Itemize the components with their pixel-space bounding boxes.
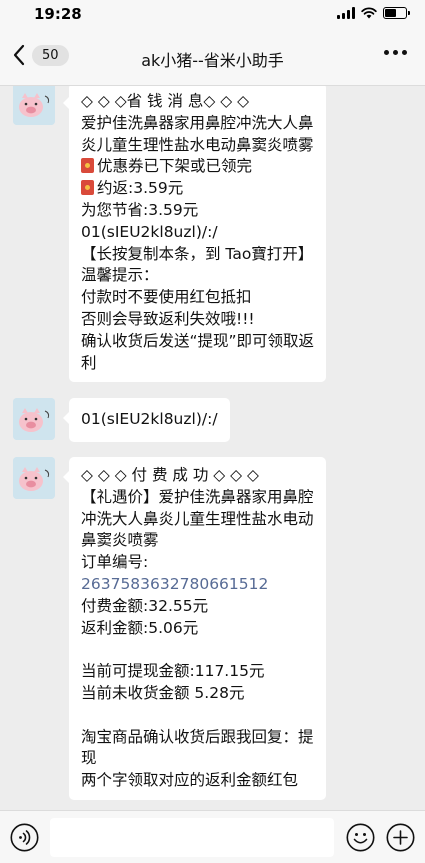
message-line: 确认收货后发送“提现”即可领取返	[81, 331, 315, 350]
chat-header: 50 ak小猪--省米小助手	[0, 30, 425, 86]
pig-avatar-icon[interactable]	[13, 398, 55, 440]
message-line: 【长按复制本条，到 Tao寶打开】	[81, 244, 314, 263]
red-packet-icon	[81, 158, 94, 174]
message-line: 01(sIEU2kl8uzl)/:/	[81, 222, 218, 241]
message-line-coupon: 优惠券已下架或已领完	[81, 156, 314, 178]
message-bubble[interactable]: ◇ ◇ ◇ 付 费 成 功 ◇ ◇ ◇ 【礼遇价】爱护佳洗鼻器家用鼻腔 冲洗大人…	[63, 457, 326, 800]
message-line: 订单编号:	[81, 553, 149, 572]
message-line: 冲洗大人鼻炎儿童生理性盐水电动	[81, 509, 314, 528]
back-button[interactable]: 50	[12, 44, 69, 66]
chevron-left-icon	[13, 44, 25, 66]
message-line: ◇ ◇ ◇省 钱 消 息◇ ◇ ◇	[81, 92, 250, 110]
voice-icon[interactable]	[10, 823, 39, 852]
status-icons	[337, 7, 410, 19]
message-line: 利	[81, 353, 97, 372]
message-line: 鼻窦炎喷雾	[81, 531, 159, 550]
message-line: 温馨提示：	[81, 266, 159, 285]
message-line: 现	[81, 749, 97, 768]
message-line: 爱护佳洗鼻器家用鼻腔冲洗大人鼻	[81, 113, 314, 132]
message-bubble[interactable]: 01(sIEU2kl8uzl)/:/	[63, 398, 230, 442]
message-line: 淘宝商品确认收货后跟我回复：提	[81, 727, 314, 746]
chat-message: ◇ ◇ ◇ 付 费 成 功 ◇ ◇ ◇ 【礼遇价】爱护佳洗鼻器家用鼻腔 冲洗大人…	[13, 457, 326, 800]
message-line: 返利金额:5.06元	[81, 618, 199, 637]
message-line: 两个字领取对应的返利金额红包	[81, 771, 299, 790]
battery-icon	[383, 7, 410, 19]
message-line: 付款时不要使用红包抵扣	[81, 288, 252, 307]
message-input[interactable]	[50, 818, 334, 857]
more-dots-icon	[384, 50, 389, 55]
cellular-signal-icon	[337, 7, 355, 19]
message-line: 当前可提现金额:117.15元	[81, 662, 265, 681]
wifi-icon	[361, 7, 377, 19]
pig-avatar-icon[interactable]	[13, 457, 55, 499]
message-line: 01(sIEU2kl8uzl)/:/	[81, 410, 218, 428]
message-line: 付费金额:32.55元	[81, 596, 209, 615]
order-number-link[interactable]: 2637583632780661512	[81, 574, 314, 596]
battery-level	[385, 9, 396, 17]
status-time: 19:28	[34, 5, 82, 23]
red-packet-icon	[81, 180, 94, 196]
emoji-icon[interactable]	[346, 823, 375, 852]
chat-message-list[interactable]: ◇ ◇ ◇省 钱 消 息◇ ◇ ◇ 爱护佳洗鼻器家用鼻腔冲洗大人鼻 炎儿童生理性…	[0, 86, 425, 810]
more-options-button[interactable]	[384, 50, 407, 55]
plus-icon[interactable]	[386, 823, 415, 852]
message-line: 【礼遇价】爱护佳洗鼻器家用鼻腔	[81, 487, 314, 506]
pig-avatar-icon[interactable]	[13, 86, 55, 125]
status-bar: 19:28	[0, 0, 425, 30]
message-line: 炎儿童生理性盐水电动鼻窦炎喷雾	[81, 135, 314, 154]
message-line: ◇ ◇ ◇ 付 费 成 功 ◇ ◇ ◇	[81, 466, 259, 484]
chat-input-bar	[0, 810, 425, 863]
unread-count-badge: 50	[32, 44, 69, 66]
message-line: 当前未收货金额 5.28元	[81, 683, 245, 702]
chat-message: ◇ ◇ ◇省 钱 消 息◇ ◇ ◇ 爱护佳洗鼻器家用鼻腔冲洗大人鼻 炎儿童生理性…	[13, 86, 327, 383]
message-bubble[interactable]: ◇ ◇ ◇省 钱 消 息◇ ◇ ◇ 爱护佳洗鼻器家用鼻腔冲洗大人鼻 炎儿童生理性…	[62, 86, 327, 383]
chat-message: 01(sIEU2kl8uzl)/:/	[13, 398, 230, 442]
message-line-rebate: 约返:3.59元	[81, 178, 314, 200]
message-line: 为您节省:3.59元	[81, 200, 199, 219]
message-line: 否则会导致返利失效哦!!!	[81, 309, 255, 328]
